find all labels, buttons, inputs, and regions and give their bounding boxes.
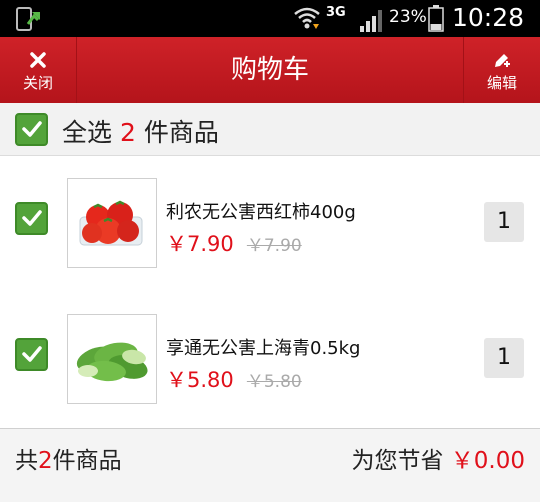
app-update-icon [16,7,40,31]
close-button[interactable]: 关闭 [0,37,77,103]
cart-item: 利农无公害西红柿400g ￥7.90 ￥7.90 1 [0,156,540,293]
savings-label: 为您节省 [351,448,444,474]
signal-strength-icon [360,10,382,32]
edit-pencil-icon [495,54,510,67]
battery-percent: 23% [389,7,427,27]
status-bar: 3G 23% 10:28 [0,0,540,37]
count-suffix: 件商品 [52,448,122,474]
quantity-field[interactable]: 1 [484,338,524,378]
cart-item: 享通无公害上海青0.5kg ￥5.80 ￥5.80 1 [0,292,540,429]
checkmark-icon [22,121,42,137]
tomato-image [79,200,143,246]
cart-summary-bar: 共2件商品 为您节省 ￥0.00 [0,428,540,502]
close-label: 关闭 [22,74,53,92]
count-prefix: 共 [15,448,38,474]
checkmark-icon [22,210,42,226]
select-all-text: 全选 [62,118,113,147]
checkmark-icon [22,346,42,362]
total-count: 共2件商品 [15,441,122,475]
item-checkbox[interactable] [15,338,48,371]
network-type: 3G [326,5,346,20]
select-all-checkbox[interactable] [15,113,48,146]
quantity-field[interactable]: 1 [484,202,524,242]
edit-button[interactable]: 编辑 [463,37,540,103]
wifi-icon [294,7,320,29]
close-icon [30,52,46,68]
selected-count: 2 [119,118,136,147]
original-price: ￥5.80 [246,372,302,392]
price-row: ￥7.90 ￥7.90 [166,228,302,258]
product-price: ￥7.90 [166,232,234,256]
price-row: ￥5.80 ￥5.80 [166,364,302,394]
select-all-label: 全选 2 件商品 [62,113,219,149]
product-image[interactable] [67,314,157,404]
product-price: ￥5.80 [166,368,234,392]
product-name[interactable]: 利农无公害西红柿400g [166,198,356,224]
clock: 10:28 [452,3,525,32]
product-name[interactable]: 享通无公害上海青0.5kg [166,334,360,360]
savings-summary: 为您节省 ￥0.00 [351,441,525,475]
header-bar: 关闭 购物车 编辑 [0,37,540,103]
original-price: ￥7.90 [246,236,302,256]
battery-icon [428,5,444,32]
edit-label: 编辑 [486,74,517,92]
select-all-row: 全选 2 件商品 [0,103,540,156]
page-title: 购物车 [230,55,309,85]
savings-amount: ￥0.00 [450,448,525,474]
total-count-number: 2 [38,448,53,474]
select-all-suffix: 件商品 [143,118,219,147]
product-image[interactable] [67,178,157,268]
item-checkbox[interactable] [15,202,48,235]
bok-choy-image [76,342,148,382]
